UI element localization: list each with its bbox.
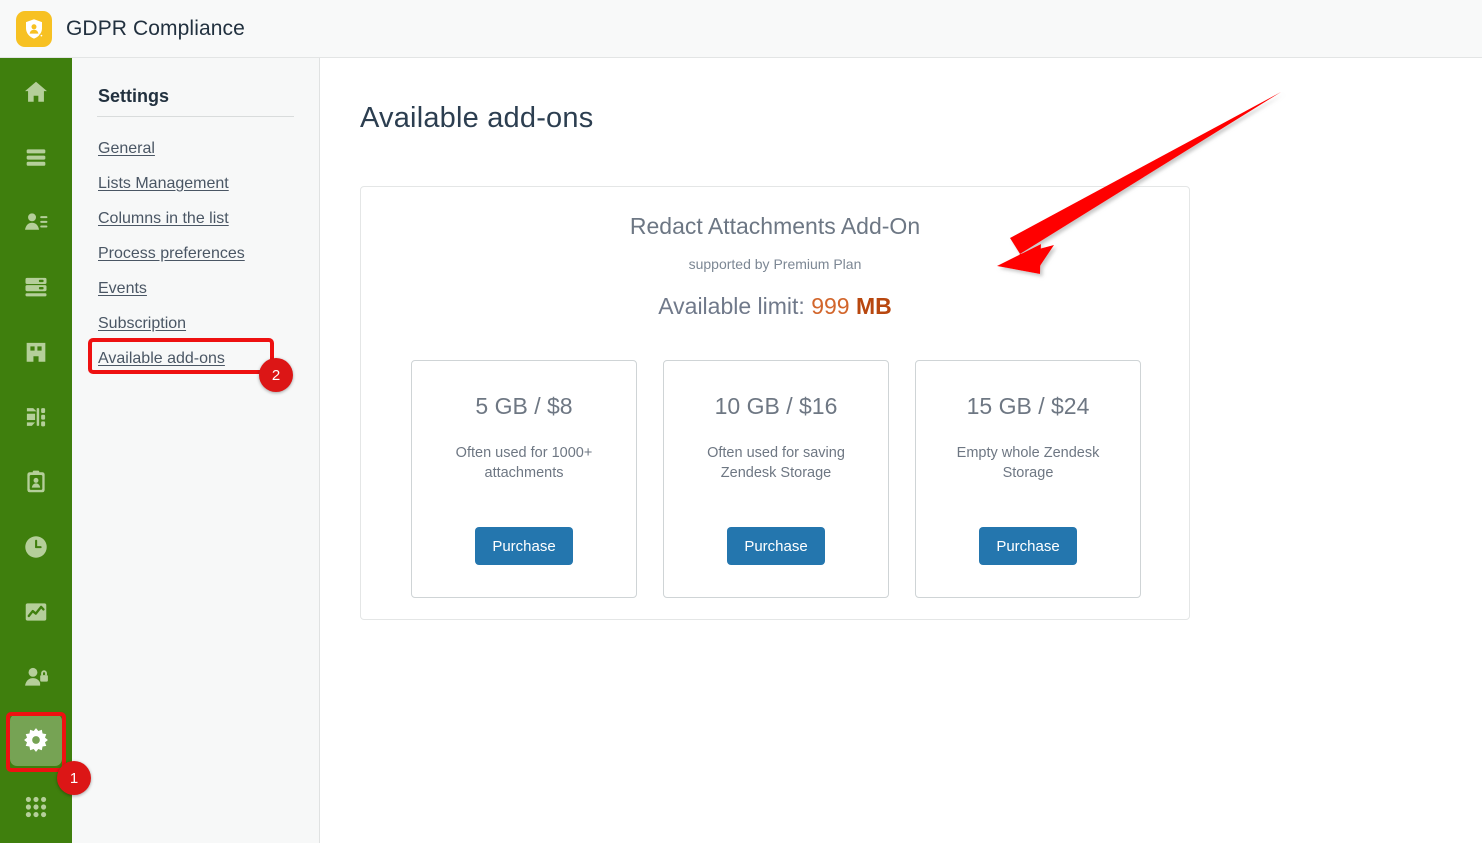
- addon-limit-unit: MB: [855, 293, 892, 319]
- settings-heading: Settings: [98, 86, 170, 106]
- settings-active-highlight: [10, 714, 62, 766]
- rail-item-permissions[interactable]: [0, 649, 72, 705]
- app-header: GDPR Compliance: [0, 0, 1482, 58]
- tile-description: Empty whole Zendesk Storage: [956, 445, 1100, 481]
- tile-description: Often used for 1000+ attachments: [455, 445, 593, 481]
- sidebar-item-lists-management[interactable]: Lists Management: [98, 169, 229, 199]
- tile-description: Often used for saving Zendesk Storage: [707, 445, 845, 481]
- settings-subnav-panel: Settings General Lists Management Column…: [72, 58, 320, 843]
- sidebar-item-process-preferences[interactable]: Process preferences: [98, 239, 245, 269]
- pricing-tile: 10 GB / $16 Often used for saving Zendes…: [663, 360, 889, 598]
- settings-link-columns-item: Columns in the list: [98, 204, 308, 234]
- purchase-button[interactable]: Purchase: [727, 527, 825, 565]
- rail-item-contacts[interactable]: [0, 194, 72, 250]
- settings-link-process-item: Process preferences: [98, 239, 308, 269]
- pricing-tile: 15 GB / $24 Empty whole Zendesk Storage …: [915, 360, 1141, 598]
- rail-item-processes[interactable]: [0, 389, 72, 445]
- rail-item-settings[interactable]: [0, 712, 72, 768]
- rail-item-home[interactable]: [0, 64, 72, 120]
- shield-user-icon: [16, 10, 52, 47]
- sidebar-item-events[interactable]: Events: [98, 274, 147, 304]
- rail-item-lists[interactable]: [0, 129, 72, 185]
- addon-name: Redact Attachments Add-On: [629, 213, 921, 239]
- addon-supported-by: supported by Premium Plan: [688, 256, 862, 272]
- rail-item-requests[interactable]: [0, 454, 72, 510]
- addon-limit-label: Available limit:: [658, 293, 805, 319]
- rail-item-history[interactable]: [0, 519, 72, 575]
- annotation-step-badge-2: 2: [259, 358, 293, 392]
- page-title: Available add-ons: [360, 102, 594, 134]
- settings-link-general-item: General: [98, 134, 308, 164]
- rail-item-organizations[interactable]: [0, 324, 72, 380]
- settings-divider: [97, 116, 294, 117]
- sidebar-item-columns-in-the-list[interactable]: Columns in the list: [98, 204, 229, 234]
- primary-icon-rail: [0, 58, 72, 843]
- app-root: GDPR Compliance Settings General Lists M…: [0, 0, 1482, 843]
- gear-icon: [24, 728, 48, 752]
- main-content: Available add-ons Redact Attachments Add…: [320, 58, 1482, 843]
- sidebar-item-general[interactable]: General: [98, 134, 155, 164]
- addon-limit-value: 999: [811, 293, 850, 319]
- settings-link-subscription-item: Subscription: [98, 309, 308, 339]
- tile-price: 10 GB / $16: [714, 393, 838, 419]
- sidebar-item-available-add-ons[interactable]: Available add-ons: [98, 344, 225, 374]
- rail-item-reports[interactable]: [0, 584, 72, 640]
- addon-available-limit: Available limit: 999 MB: [361, 293, 1189, 320]
- sidebar-item-subscription[interactable]: Subscription: [98, 309, 186, 339]
- tile-price: 15 GB / $24: [966, 393, 1090, 419]
- addon-card: Redact Attachments Add-On supported by P…: [360, 186, 1190, 620]
- tile-price: 5 GB / $8: [475, 393, 573, 419]
- app-title: GDPR Compliance: [66, 16, 245, 40]
- settings-link-events-item: Events: [98, 274, 308, 304]
- annotation-step-badge-1: 1: [57, 761, 91, 795]
- settings-link-list: General Lists Management Columns in the …: [98, 134, 308, 379]
- pricing-tile: 5 GB / $8 Often used for 1000+ attachmen…: [411, 360, 637, 598]
- pricing-tile-list: 5 GB / $8 Often used for 1000+ attachmen…: [361, 360, 1191, 598]
- settings-link-lists-item: Lists Management: [98, 169, 308, 199]
- purchase-button[interactable]: Purchase: [979, 527, 1077, 565]
- rail-item-records[interactable]: [0, 259, 72, 315]
- purchase-button[interactable]: Purchase: [475, 527, 573, 565]
